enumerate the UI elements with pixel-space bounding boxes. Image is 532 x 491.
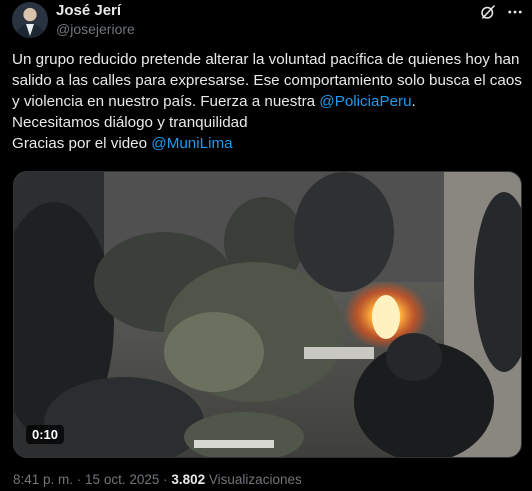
mention-policia-peru[interactable]: @PoliciaPeru	[319, 93, 411, 110]
video-duration-badge: 0:10	[26, 425, 65, 444]
video-frame	[14, 172, 521, 457]
author-name[interactable]: José Jerí	[56, 2, 121, 19]
tweet: José Jerí @josejeriore Un grupo reducido…	[0, 0, 532, 491]
avatar[interactable]	[12, 2, 48, 38]
meta-separator: ·	[159, 472, 172, 487]
post-time[interactable]: 8:41 p. m.	[13, 472, 73, 487]
tweet-text: Un grupo reducido pretende alterar la vo…	[12, 49, 524, 154]
views-label: Visualizaciones	[205, 472, 302, 487]
grok-icon[interactable]	[479, 3, 497, 21]
post-date[interactable]: 15 oct. 2025	[85, 472, 159, 487]
author-handle[interactable]: @josejeriore	[56, 21, 135, 37]
more-icon[interactable]	[506, 3, 524, 21]
mention-muni-lima[interactable]: @MuniLima	[151, 135, 232, 152]
video-player[interactable]: 0:10	[13, 171, 522, 458]
meta-separator: ·	[73, 472, 86, 487]
views-count: 3.802	[171, 472, 206, 487]
tweet-text-part1: Un grupo reducido pretende alterar la vo…	[12, 51, 522, 110]
tweet-meta: 8:41 p. m. · 15 oct. 2025 · 3.802 Visual…	[13, 472, 302, 487]
